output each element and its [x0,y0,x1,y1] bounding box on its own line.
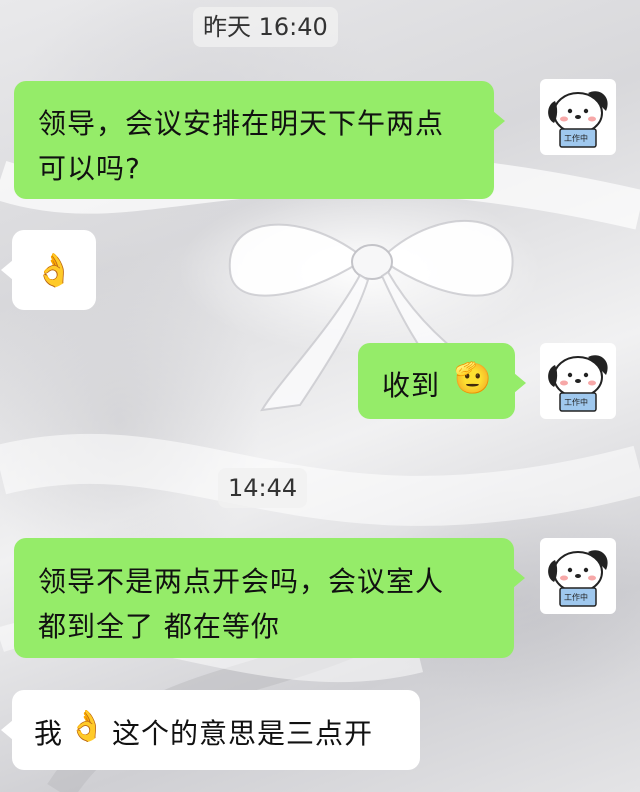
message-bubble-outgoing[interactable]: 收到 🫡 [358,343,526,419]
avatar[interactable]: 工作中 [540,79,616,155]
message-text: 可以吗? [38,152,141,185]
message-bubble-outgoing[interactable]: 领导，会议安排在明天下午两点 可以吗? [14,81,505,199]
ok-hand-icon: 👌 [68,709,107,744]
message-text: 收到 [382,369,441,402]
message-text: 领导不是两点开会吗，会议室人 [38,565,445,598]
avatar[interactable]: 工作中 [540,538,616,614]
message-text: 都到全了 都在等你 [38,610,280,643]
message-text: 领导，会议安排在明天下午两点 [38,107,445,140]
timestamp-today: 14:44 [218,468,308,508]
avatar[interactable]: 工作中 [540,343,616,419]
message-text-prefix: 我 [34,717,64,750]
message-text: 这个的意思是三点开 [112,717,374,750]
avatar-badge-text: 工作中 [564,134,588,143]
avatar-badge-text: 工作中 [564,593,588,602]
message-bubble-incoming[interactable]: 👌 [1,230,96,310]
message-bubble-incoming[interactable]: 我 👌 这个的意思是三点开 [1,690,420,770]
timestamp-yesterday: 昨天 16:40 [193,7,338,47]
ok-hand-icon: 👌 [34,251,75,289]
salute-icon: 🫡 [454,361,493,396]
message-bubble-outgoing[interactable]: 领导不是两点开会吗，会议室人 都到全了 都在等你 [14,538,525,658]
avatar-badge-text: 工作中 [564,398,588,407]
